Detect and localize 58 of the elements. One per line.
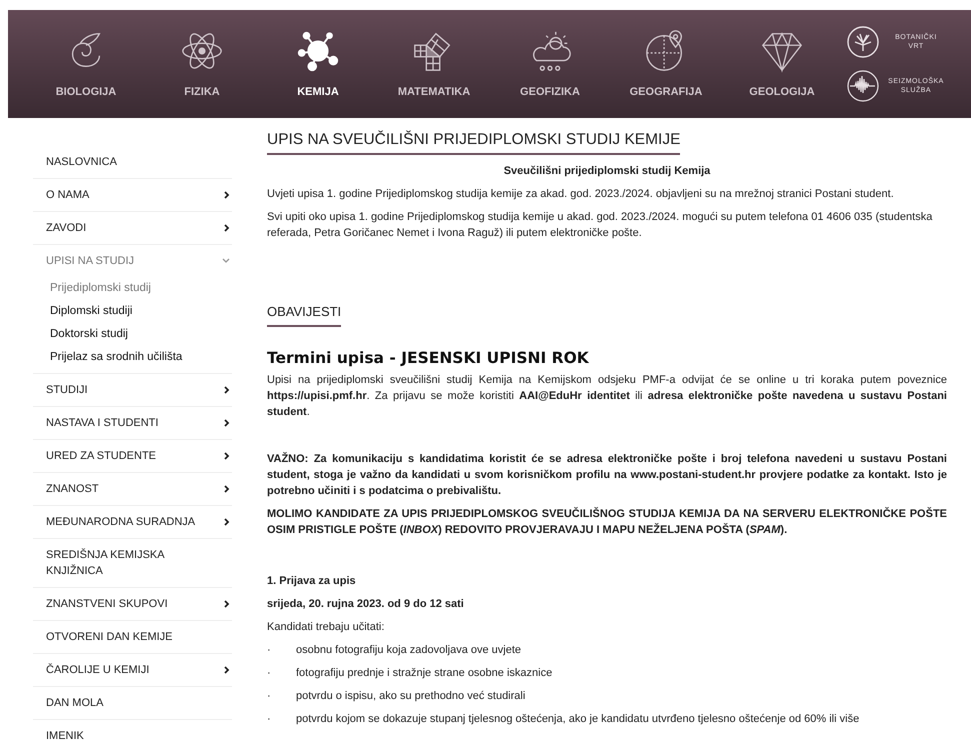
sidebar-item[interactable]: ZAVODI bbox=[33, 212, 232, 244]
page-subtitle: Sveučilišni prijediplomski studij Kemija bbox=[502, 164, 712, 179]
bullet-mark: · bbox=[267, 666, 272, 681]
nav-link[interactable]: GEOLOGIJA bbox=[724, 28, 840, 100]
sidebar-item[interactable]: UPISI NA STUDIJ bbox=[33, 245, 232, 277]
sidebar-item[interactable]: ZNANOST bbox=[33, 473, 232, 505]
section-title: OBAVIJESTI bbox=[267, 303, 342, 327]
chevron-right-icon bbox=[224, 419, 230, 427]
sidebar-item[interactable]: NASLOVNICA bbox=[33, 146, 232, 178]
sidebar-item[interactable]: ZNANSTVENI SKUPOVI bbox=[33, 588, 232, 620]
submenu-item[interactable]: Prijelaz sa srodnih učilišta bbox=[33, 346, 232, 369]
paragraph: 1. Prijava za upis bbox=[267, 574, 357, 589]
list-item: potvrdu kojom se dokazuje stupanj tjelesnog oštećenja, ako je kandidatu utvrđeno tjelesno oštećenje od 60% ili više bbox=[296, 712, 860, 727]
chevron-right-icon bbox=[224, 191, 230, 199]
nav-link[interactable]: FIZIKA bbox=[144, 28, 260, 100]
list-item: potvrdu o ispisu, ako su prethodno već studirali bbox=[296, 689, 526, 704]
news-heading: Termini upisa - JESENSKI UPISNI ROK bbox=[267, 348, 590, 368]
paragraph: Svi upiti oko upisa 1. godine Prijediplomskog studija kemije u akad. god. 2023./2024. mogući su putem telefona 01 4606 035 (studentska referada, Petra Goričanec Nemet i Ivona Raguž) ili putem elektroničke pošte. bbox=[267, 210, 934, 241]
sidebar-item[interactable]: DAN MOLA bbox=[33, 687, 232, 719]
bullet-mark: · bbox=[267, 689, 272, 704]
chevron-right-icon bbox=[224, 666, 230, 674]
chevron-right-icon bbox=[224, 386, 230, 394]
nav-link[interactable]: BIOLOGIJA bbox=[28, 28, 144, 100]
paragraph: VAŽNO: Za komunikaciju s kandidatima koristit će se adresa elektroničke pošte i broj telefona navedeni u sustavu Postani student, stoga je važno da kandidati u svom korisničkom profilu na www.postani-student.hr provjere podatke za kontakt. Isto je potrebno učiniti i s podatcima o prebivalištu. bbox=[267, 451, 947, 499]
sidebar-item[interactable]: URED ZA STUDENTE bbox=[33, 440, 232, 472]
chevron-right-icon bbox=[224, 224, 230, 232]
sidebar-item[interactable]: IMENIK bbox=[33, 720, 232, 745]
chevron-right-icon bbox=[224, 518, 230, 526]
chevron-right-icon bbox=[224, 600, 230, 608]
plant-icon bbox=[846, 25, 880, 59]
sidebar-item[interactable]: OTVORENI DAN KEMIJE bbox=[33, 621, 232, 653]
chevron-right-icon bbox=[224, 485, 230, 493]
sidebar-item[interactable]: NASTAVA I STUDENTI bbox=[33, 407, 232, 439]
submenu-item[interactable]: Diplomski studiji bbox=[33, 300, 232, 323]
bullet-mark: · bbox=[267, 643, 272, 658]
sidebar-item[interactable]: SREDIŠNJA KEMIJSKA KNJIŽNICA bbox=[33, 539, 232, 587]
sidebar-item[interactable]: MEĐUNARODNA SURADNJA bbox=[33, 506, 232, 538]
nav-link[interactable]: GEOGRAFIJA bbox=[608, 28, 724, 100]
paragraph: Uvjeti upisa 1. godine Prijediplomskog studija kemije za akad. god. 2023./2024. objavljeni su na mrežnoj stranici Postani student. bbox=[267, 187, 895, 202]
chevron-right-icon bbox=[224, 452, 230, 460]
sidebar-item[interactable]: ČAROLIJE U KEMIJI bbox=[33, 654, 232, 686]
submenu-item[interactable]: Prijediplomski studij bbox=[33, 277, 232, 300]
list-item: fotografiju prednje i stražnje strane osobne iskaznice bbox=[296, 666, 552, 681]
seismograph-icon bbox=[846, 69, 880, 103]
paragraph: MOLIMO KANDIDATE ZA UPIS PRIJEDIPLOMSKOG SVEUČILIŠNOG STUDIJA KEMIJA DA NA SERVERU ELEKTRONIČKE POŠTE OSIM PRISTIGLE POŠTE (INBOX) REDOVITO PROVJERAVAJU I MAPU NEŽELJENA POŠTA (SPAM). bbox=[267, 506, 947, 538]
submenu-item[interactable]: Doktorski studij bbox=[33, 323, 232, 346]
paragraph: Kandidati trebaju učitati: bbox=[267, 620, 386, 635]
list-item: osobnu fotografiju koja zadovoljava ove uvjete bbox=[296, 643, 522, 658]
paragraph: Upisi na prijediplomski sveučilišni studij Kemija na Kemijskom odsjeku PMF-a odvijat će se online u tri koraka putem poveznice https://upisi.pmf.hr. Za prijavu se može koristiti AAI@EduHr identitet ili adresa elektroničke pošte navedena u sustavu Postani student. bbox=[267, 373, 947, 420]
bullet-mark: · bbox=[267, 712, 272, 727]
nav-link[interactable]: MATEMATIKA bbox=[376, 28, 492, 100]
page-title: UPIS NA SVEUČILIŠNI PRIJEDIPLOMSKI STUDIJ KEMIJE bbox=[267, 130, 680, 155]
sidebar-item[interactable]: STUDIJI bbox=[33, 374, 232, 406]
chevron-down-icon bbox=[222, 258, 230, 264]
sidebar-item[interactable]: O NAMA bbox=[33, 179, 232, 211]
nav-link[interactable]: GEOFIZIKA bbox=[492, 28, 608, 100]
paragraph: srijeda, 20. rujna 2023. od 9 do 12 sati bbox=[267, 597, 465, 612]
nav-link[interactable]: KEMIJA bbox=[260, 28, 376, 100]
